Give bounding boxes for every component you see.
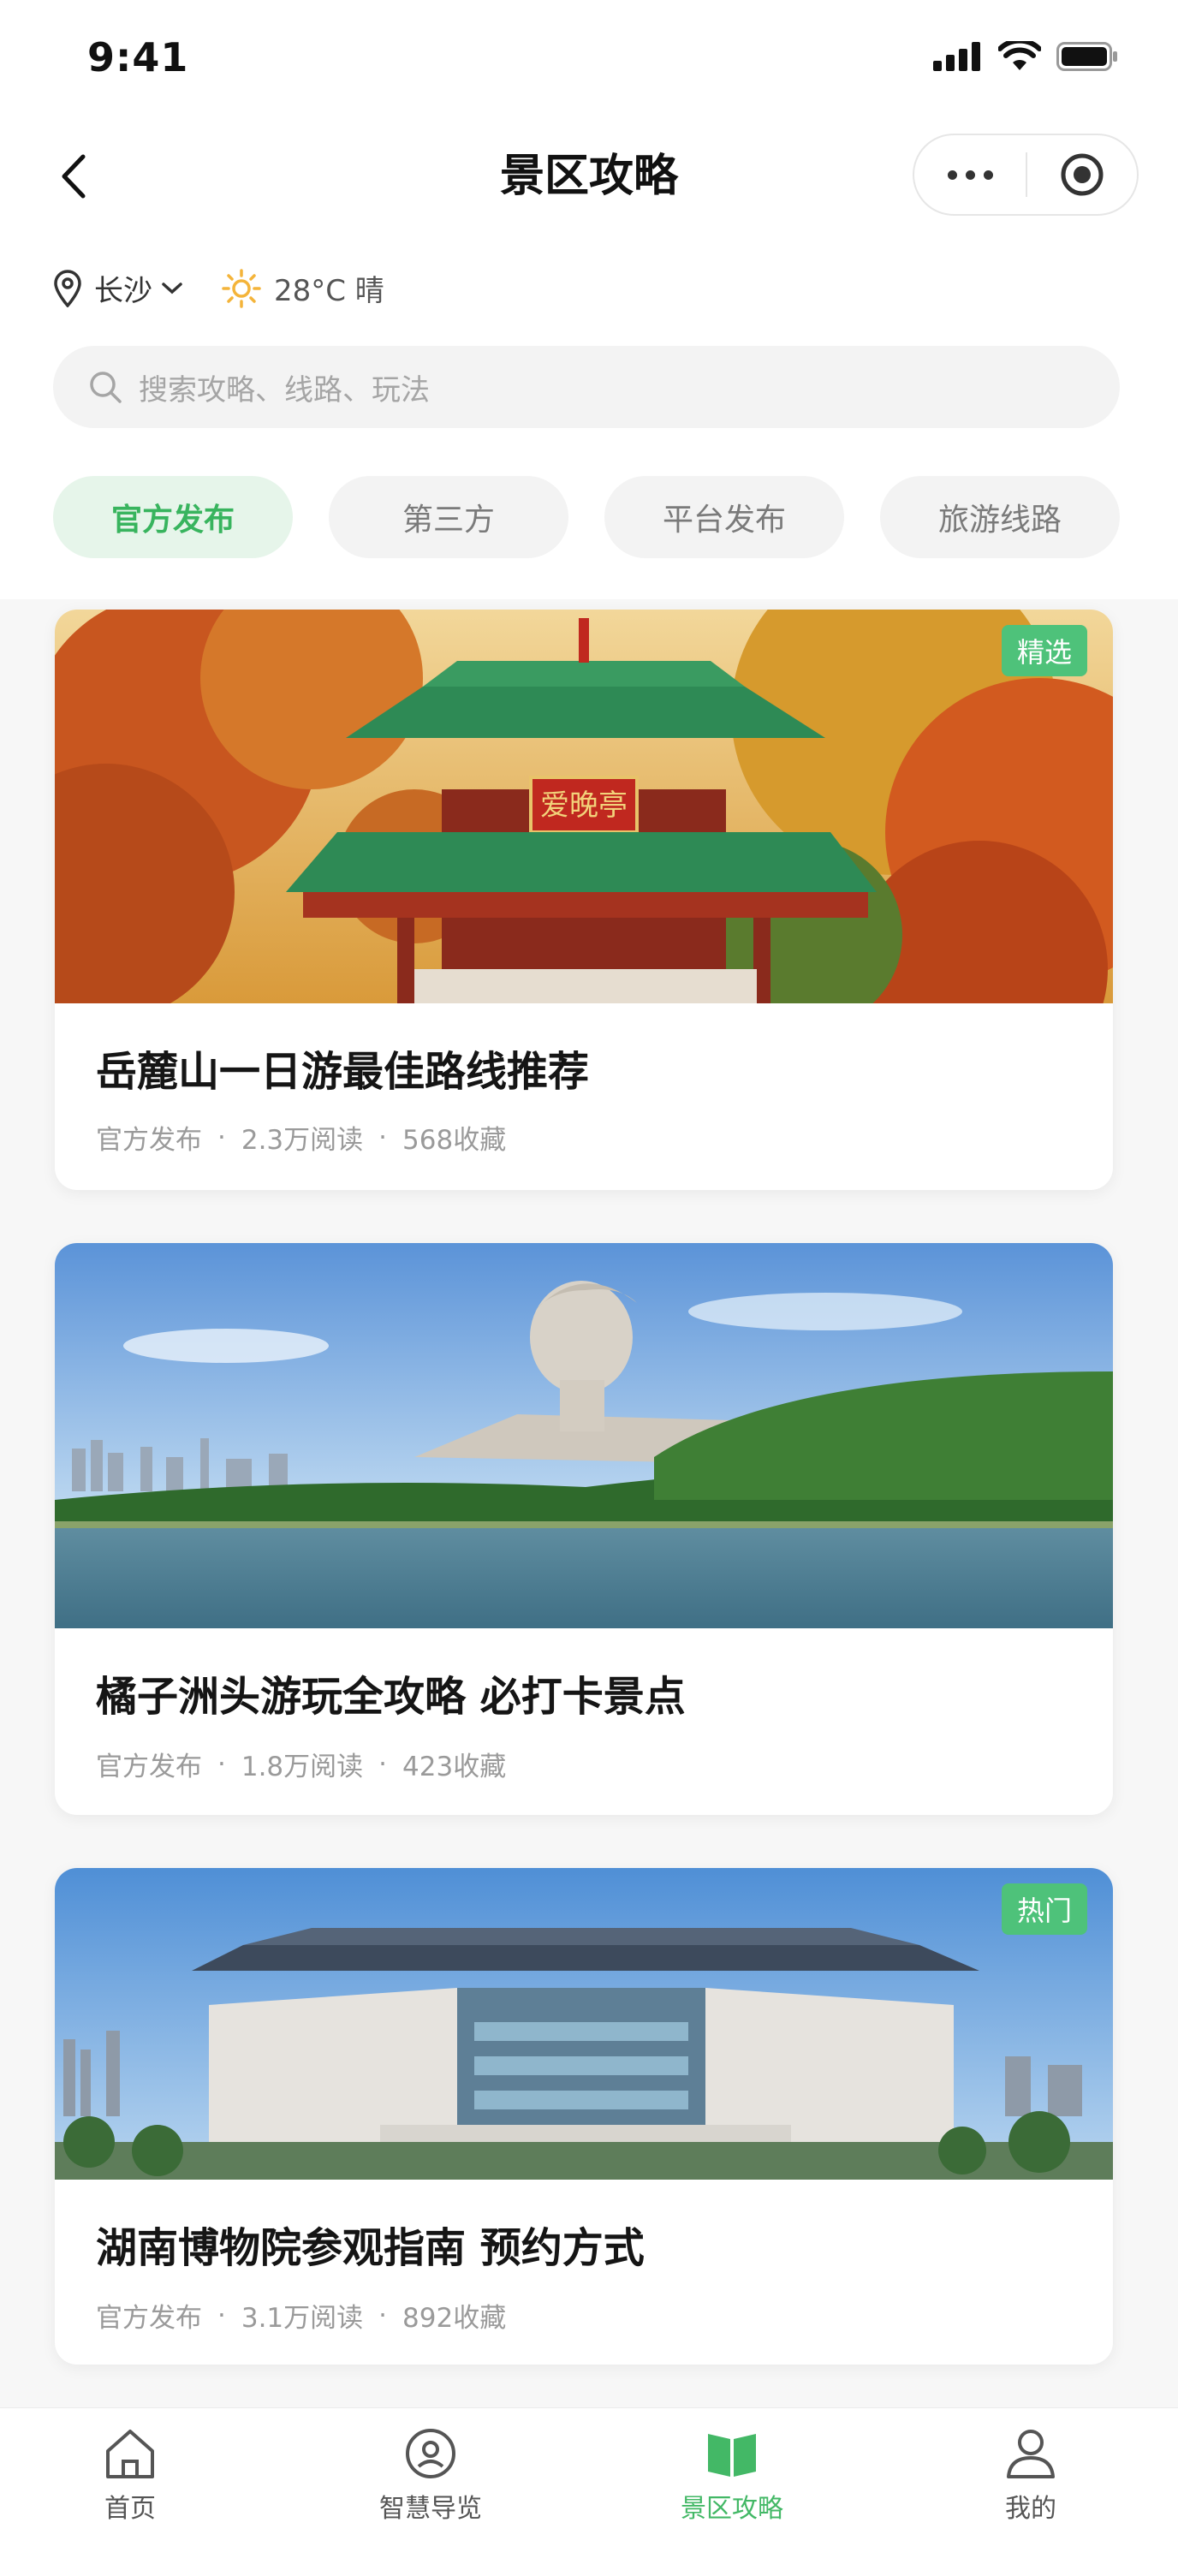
- museum-image: [55, 1868, 1113, 2180]
- card-meta: 官方发布 · 1.8万阅读 · 423收藏: [96, 1745, 506, 1783]
- tabbar-item-home[interactable]: 首页: [45, 2427, 216, 2525]
- tabbar-label: 首页: [104, 2494, 156, 2524]
- tabbar-label: 智慧导览: [379, 2494, 482, 2524]
- meta-separator: ·: [378, 2299, 388, 2331]
- weather-text: 28°C 晴: [274, 274, 384, 308]
- meta-separator: ·: [217, 1121, 226, 1153]
- location-pin-icon: [54, 269, 81, 307]
- card-reads: 3.1万阅读: [241, 2303, 364, 2334]
- tab-travel-routes[interactable]: 旅游线路: [880, 476, 1120, 558]
- chevron-down-icon[interactable]: [161, 281, 183, 296]
- card-meta: 官方发布 · 3.1万阅读 · 892收藏: [96, 2296, 506, 2335]
- close-miniprogram-button[interactable]: [1027, 152, 1137, 198]
- featured-badge: 精选: [1001, 625, 1087, 676]
- card-reads: 2.3万阅读: [241, 1125, 364, 1156]
- status-icons: [933, 41, 1118, 72]
- location-row: 长沙 28°C 晴: [53, 267, 384, 309]
- wifi-icon: [998, 41, 1041, 70]
- article-card[interactable]: 热门 湖南博物院参观指南 预约方式 官方发布 · 3.1万阅读 · 892收藏: [55, 1868, 1113, 2365]
- card-favorites: 892收藏: [402, 2303, 507, 2334]
- hot-badge: 热门: [1001, 1883, 1087, 1935]
- tabbar-item-profile[interactable]: 我的: [945, 2427, 1116, 2525]
- card-image: 爱晚亭 精选: [55, 610, 1113, 1003]
- tab-platform[interactable]: 平台发布: [604, 476, 844, 558]
- tabbar-item-guides[interactable]: 景区攻略: [646, 2427, 818, 2525]
- guide-icon: [406, 2429, 455, 2478]
- card-image: [55, 1243, 1113, 1628]
- orange-isle-image: [55, 1243, 1113, 1628]
- card-favorites: 568收藏: [402, 1125, 507, 1156]
- card-image: 热门: [55, 1868, 1113, 2180]
- card-title: 湖南博物院参观指南 预约方式: [96, 2224, 645, 2272]
- search-placeholder: 搜索攻略、线路、玩法: [139, 372, 430, 408]
- miniprogram-capsule: [913, 134, 1139, 216]
- more-dot-icon: [983, 170, 993, 180]
- book-icon: [708, 2434, 756, 2477]
- card-title: 岳麓山一日游最佳路线推荐: [96, 1048, 590, 1096]
- article-card[interactable]: 爱晚亭 精选 岳麓山一日游最佳路线推荐 官方发布 · 2.3万阅读 · 568收…: [55, 610, 1113, 1190]
- tabbar-item-guide[interactable]: 智慧导览: [345, 2427, 516, 2525]
- meta-separator: ·: [378, 1121, 388, 1153]
- tab-third-party[interactable]: 第三方: [329, 476, 568, 558]
- meta-separator: ·: [378, 1748, 388, 1780]
- user-icon: [1007, 2430, 1055, 2478]
- tabbar-label: 我的: [1005, 2494, 1056, 2524]
- weather-info: 28°C 晴: [221, 267, 384, 309]
- home-icon: [106, 2430, 154, 2478]
- card-source: 官方发布: [96, 1125, 202, 1156]
- card-source: 官方发布: [96, 1752, 202, 1782]
- more-dot-icon: [965, 170, 975, 180]
- tab-official[interactable]: 官方发布: [53, 476, 293, 558]
- card-favorites: 423收藏: [402, 1752, 507, 1782]
- card-source: 官方发布: [96, 2303, 202, 2334]
- target-icon: [1061, 153, 1104, 196]
- pavilion-image: 爱晚亭: [55, 610, 1113, 1003]
- sun-icon: [222, 268, 261, 308]
- tabbar-label: 景区攻略: [681, 2494, 783, 2524]
- meta-separator: ·: [217, 1748, 226, 1780]
- pavilion-sign: 爱晚亭: [540, 788, 628, 823]
- more-button[interactable]: [914, 170, 1026, 180]
- meta-separator: ·: [217, 2299, 226, 2331]
- bottom-tab-bar: 首页 智慧导览 景区攻略 我的: [0, 2407, 1178, 2576]
- article-card[interactable]: 橘子洲头游玩全攻略 必打卡景点 官方发布 · 1.8万阅读 · 423收藏: [55, 1243, 1113, 1815]
- category-tabs: 官方发布 第三方 平台发布 旅游线路: [53, 476, 1120, 558]
- card-meta: 官方发布 · 2.3万阅读 · 568收藏: [96, 1118, 506, 1157]
- search-icon: [90, 372, 122, 403]
- card-title: 橘子洲头游玩全攻略 必打卡景点: [96, 1673, 686, 1721]
- battery-icon: [1056, 42, 1117, 71]
- more-dot-icon: [947, 170, 957, 180]
- status-time: 9:41: [87, 34, 189, 80]
- search-input[interactable]: 搜索攻略、线路、玩法: [53, 346, 1120, 428]
- card-reads: 1.8万阅读: [241, 1752, 364, 1782]
- signal-icon: [933, 42, 980, 71]
- city-selector[interactable]: 长沙: [94, 267, 152, 309]
